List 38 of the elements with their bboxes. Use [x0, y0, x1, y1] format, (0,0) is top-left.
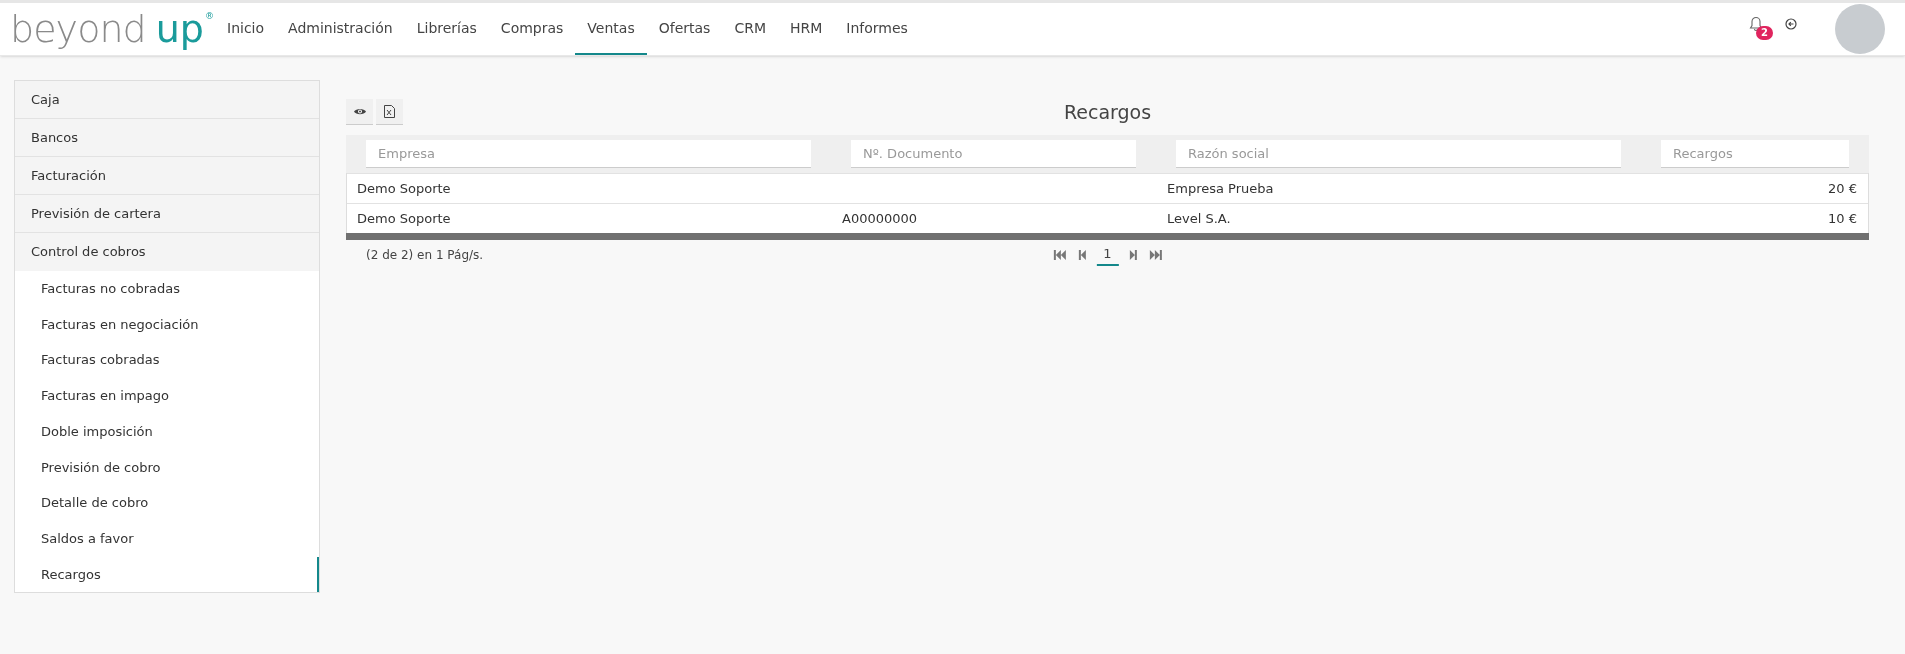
nav-tab[interactable]: Librerías [404, 3, 489, 55]
nav-tab[interactable]: CRM [722, 3, 778, 55]
notification-badge: 2 [1756, 26, 1773, 40]
table-cell-text: 20 € [1827, 179, 1858, 198]
nav-tab[interactable]: Informes [834, 3, 920, 55]
bell-icon[interactable] [1749, 16, 1763, 32]
sidebar-item[interactable]: Control de cobros [15, 233, 319, 271]
first-page-icon[interactable] [1052, 250, 1067, 260]
filter-field[interactable]: Razón social [1176, 140, 1621, 168]
last-page-icon[interactable] [1148, 250, 1163, 260]
table-cell-text: Empresa Prueba [1166, 179, 1275, 198]
table-cell-text: Demo Soporte [356, 179, 452, 198]
logout-icon[interactable] [1785, 18, 1797, 30]
nav-tab[interactable]: HRM [778, 3, 835, 55]
eye-icon [352, 107, 367, 116]
sidebar-item[interactable]: Facturación [15, 157, 319, 195]
spreadsheet-file-icon [384, 105, 395, 118]
table-cell-text: Demo Soporte [356, 209, 452, 228]
table-cell-text: 10 € [1827, 209, 1858, 228]
sidebar-item[interactable]: Previsión de cartera [15, 195, 319, 233]
nav-tab[interactable]: Ventas [575, 3, 647, 55]
nav-tab[interactable]: Compras [488, 3, 576, 55]
filter-field[interactable]: Recargos [1661, 140, 1849, 168]
filter-field[interactable]: Nº. Documento [851, 140, 1136, 168]
nav-tab[interactable]: Ofertas [646, 3, 723, 55]
page-button[interactable]: 1 [1096, 244, 1119, 266]
sidebar-item[interactable]: Caja [15, 81, 319, 119]
table-cell-text: Level S.A. [1166, 209, 1232, 228]
view-button[interactable] [346, 99, 373, 125]
nav-tab[interactable]: Inicio [215, 3, 277, 55]
filter-field[interactable]: Empresa [366, 140, 811, 168]
sidebar-item[interactable]: Bancos [15, 119, 319, 157]
table-cell-text: A00000000 [841, 209, 919, 228]
pagination-summary: (2 de 2) en 1 Pág/s. [365, 247, 484, 264]
nav-tab[interactable]: Administración [276, 3, 405, 55]
excel-export-button[interactable] [376, 99, 403, 125]
page-title: Recargos [1063, 99, 1152, 125]
logo[interactable]: beyond up® [0, 10, 215, 48]
